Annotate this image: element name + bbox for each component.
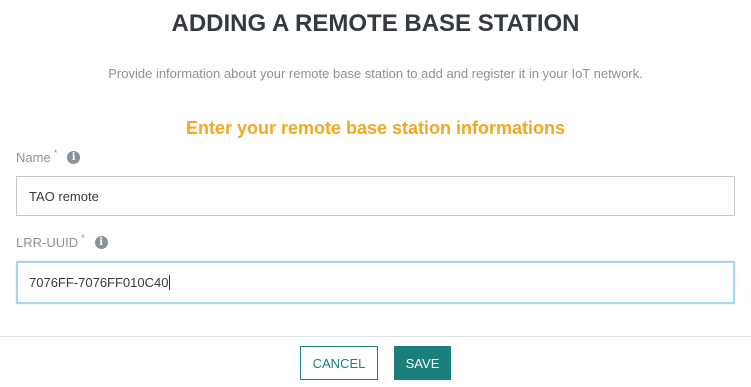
required-mark: * (81, 233, 85, 243)
lrr-uuid-input-value: 7076FF-7076FF010C40 (29, 275, 169, 290)
save-button[interactable]: SAVE (394, 346, 451, 380)
info-icon[interactable]: i (94, 236, 108, 249)
lrr-uuid-field-label: LRR-UUID * i (16, 233, 108, 250)
lrr-uuid-label-text: LRR-UUID (16, 235, 79, 250)
name-input-value: TAO remote (29, 188, 99, 204)
cancel-button[interactable]: CANCEL (300, 346, 378, 380)
section-title: Enter your remote base station informati… (185, 118, 566, 138)
lrr-uuid-input[interactable]: 7076FF-7076FF010C40 (16, 261, 735, 304)
name-field-label: Name * i (16, 148, 81, 165)
page-subtitle: Provide information about your remote ba… (108, 66, 643, 81)
text-caret (169, 275, 171, 290)
footer-divider (0, 336, 751, 337)
info-icon[interactable]: i (67, 151, 81, 164)
page-title: ADDING A REMOTE BASE STATION (171, 10, 580, 37)
name-input[interactable]: TAO remote (16, 176, 735, 216)
name-label-text: Name (16, 150, 51, 165)
required-mark: * (53, 148, 58, 158)
